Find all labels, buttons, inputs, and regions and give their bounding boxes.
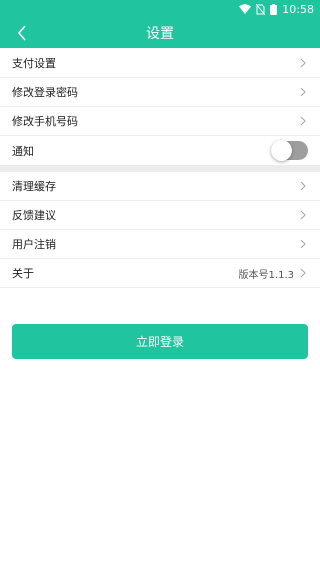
chevron-right-icon [298,179,308,193]
settings-row-label: 支付设置 [12,56,56,70]
settings-row-label: 用户注销 [12,238,56,251]
version-text: 版本号1.1.3 [238,269,294,281]
chevron-left-icon [17,25,26,41]
status-bar: 10:58 [0,0,320,18]
settings-row-about[interactable]: 关于 版本号1.1.3 [0,259,320,288]
settings-row-label: 修改登录密码 [12,86,78,99]
wifi-icon [239,4,252,14]
settings-row-label: 关于 [12,267,34,280]
settings-group-account: 支付设置 修改登录密码 修改手机号码 通知 [0,48,320,165]
header: 设置 [0,18,320,48]
chevron-right-icon [298,114,308,128]
settings-row-change-password[interactable]: 修改登录密码 [0,78,320,107]
chevron-right-icon [298,266,308,280]
settings-row-deactivate[interactable]: 用户注销 [0,230,320,259]
chevron-right-icon [298,56,308,70]
chevron-right-icon [298,237,308,251]
settings-row-payment[interactable]: 支付设置 [0,48,320,78]
no-sim-icon [256,3,266,15]
page-title: 设置 [146,26,174,42]
settings-row-clear-cache[interactable]: 清理缓存 [0,172,320,201]
settings-row-label: 清理缓存 [12,180,56,193]
chevron-right-icon [298,208,308,222]
back-button[interactable] [10,18,34,48]
settings-row-feedback[interactable]: 反馈建议 [0,201,320,230]
settings-group-general: 清理缓存 反馈建议 用户注销 关于 版本号1.1.3 [0,172,320,288]
toggle-knob [271,140,292,161]
settings-row-label: 通知 [12,144,34,158]
battery-icon [270,3,278,15]
status-time: 10:58 [282,2,314,16]
chevron-right-icon [298,85,308,99]
section-divider [0,165,320,172]
settings-row-notifications: 通知 [0,136,320,165]
notifications-toggle[interactable] [271,140,308,161]
settings-page: 10:58 设置 支付设置 修改登录密码 修改手机号码 通知 清理缓存 反馈建议… [0,0,320,569]
login-button[interactable]: 立即登录 [12,324,308,359]
settings-row-label: 反馈建议 [12,209,56,222]
settings-row-label: 修改手机号码 [12,115,78,128]
settings-row-change-phone[interactable]: 修改手机号码 [0,107,320,136]
